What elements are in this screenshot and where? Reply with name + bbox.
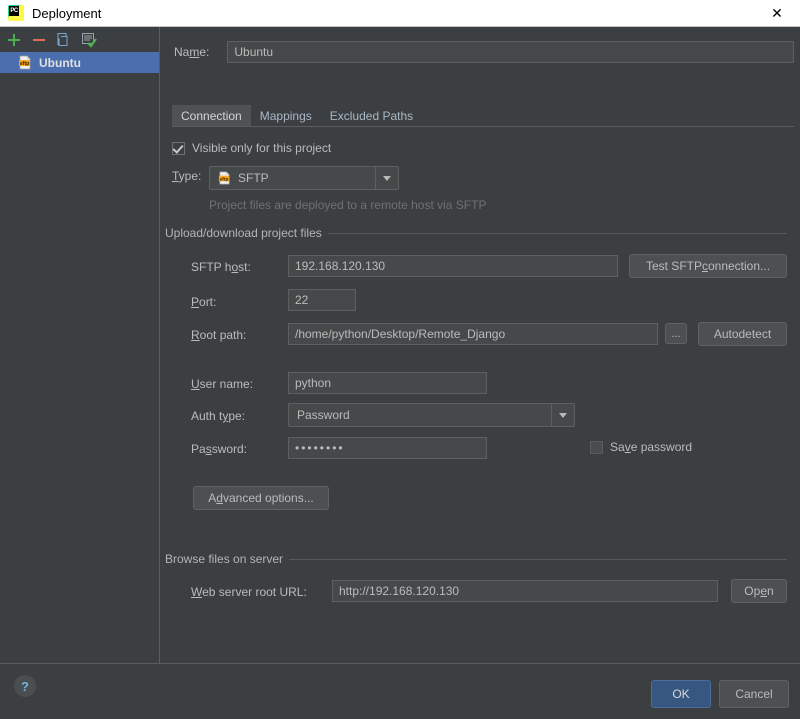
svg-text:sftp: sftp — [20, 61, 30, 67]
user-name-label: User name: — [191, 377, 254, 391]
close-icon[interactable]: ✕ — [754, 0, 800, 26]
dialog-footer: ? OK Cancel — [0, 663, 800, 719]
remove-icon[interactable] — [31, 32, 47, 48]
checkbox-box — [172, 141, 185, 155]
type-combobox[interactable]: sftp SFTP — [209, 166, 399, 190]
advanced-options-button[interactable]: Ad vanced options... — [193, 486, 329, 510]
title-bar: PC Deployment ✕ — [0, 0, 800, 27]
root-path-label: Root path: — [191, 328, 247, 342]
name-input[interactable] — [227, 41, 794, 63]
config-panel: Name: Connection Mappings Excluded Paths… — [161, 27, 800, 663]
auth-type-combobox-value: Password — [297, 408, 350, 422]
server-list-panel: sftp Ubuntu — [0, 27, 160, 663]
group-upload-download: Upload/download project files — [165, 226, 787, 240]
type-row: Type: — [172, 169, 201, 183]
dialog-body: sftp Ubuntu Name: Connection Mappings Ex… — [0, 27, 800, 663]
server-list-toolbar — [0, 27, 159, 52]
cancel-button[interactable]: Cancel — [719, 680, 789, 708]
open-button[interactable]: Op e n — [731, 579, 787, 603]
group-browse-files: Browse files on server — [165, 552, 787, 566]
sidebar-item-ubuntu[interactable]: sftp Ubuntu — [0, 52, 159, 73]
type-combobox-value: SFTP — [238, 171, 269, 185]
add-icon[interactable] — [6, 32, 22, 48]
set-default-icon[interactable] — [81, 32, 97, 48]
group-divider — [327, 232, 787, 234]
auth-type-combobox[interactable]: Password — [288, 403, 575, 427]
password-label: Password: — [191, 442, 248, 456]
type-combobox-value-wrap: sftp SFTP — [210, 171, 375, 185]
chevron-down-icon[interactable] — [375, 167, 398, 189]
visible-only-label: Visible only for this project — [192, 141, 332, 155]
tab-mappings[interactable]: Mappings — [250, 105, 321, 126]
save-password-checkbox[interactable]: Save password — [590, 440, 692, 454]
test-sftp-connection-button[interactable]: Test SFTP c onnection... — [629, 254, 787, 278]
web-server-root-url-input[interactable] — [332, 580, 718, 602]
copy-icon[interactable] — [56, 32, 72, 48]
chevron-down-icon[interactable] — [551, 404, 574, 426]
port-input[interactable] — [288, 289, 356, 311]
root-path-input[interactable] — [288, 323, 658, 345]
web-server-root-url-label: Web server root URL: — [191, 585, 307, 599]
browse-root-path-button[interactable]: ... — [665, 323, 687, 344]
name-row: Name: — [174, 40, 794, 64]
ok-button[interactable]: OK — [651, 680, 711, 708]
visible-only-checkbox[interactable]: Visible only for this project — [172, 141, 331, 155]
type-label: Type: — [172, 169, 202, 183]
password-input[interactable] — [288, 437, 487, 459]
checkbox-box — [590, 440, 603, 454]
tab-connection[interactable]: Connection — [172, 105, 251, 126]
svg-text:sftp: sftp — [220, 176, 229, 182]
type-hint: Project files are deployed to a remote h… — [209, 198, 487, 212]
group-divider — [289, 558, 787, 560]
name-label: Name: — [174, 45, 210, 59]
user-name-input[interactable] — [288, 372, 487, 394]
sftp-host-label: SFTP host: — [191, 260, 251, 274]
pycharm-icon: PC — [8, 5, 24, 21]
auth-type-label: Auth type: — [191, 409, 246, 423]
group-browse-label: Browse files on server — [165, 552, 284, 566]
group-upload-label: Upload/download project files — [165, 226, 322, 240]
sftp-icon: sftp — [218, 171, 232, 185]
autodetect-button[interactable]: Autodetect — [698, 322, 787, 346]
help-icon[interactable]: ? — [14, 675, 36, 697]
sidebar-item-label: Ubuntu — [39, 55, 81, 70]
save-password-label: Save password — [610, 440, 693, 454]
window-title: Deployment — [32, 5, 102, 21]
port-label: Port: — [191, 295, 217, 309]
connection-tab-content: Visible only for this project Type: sftp — [161, 127, 800, 663]
sftp-icon: sftp — [18, 55, 33, 70]
tab-bar: Connection Mappings Excluded Paths — [172, 105, 423, 126]
sftp-host-input[interactable] — [288, 255, 618, 277]
tab-excluded-paths[interactable]: Excluded Paths — [320, 105, 423, 126]
